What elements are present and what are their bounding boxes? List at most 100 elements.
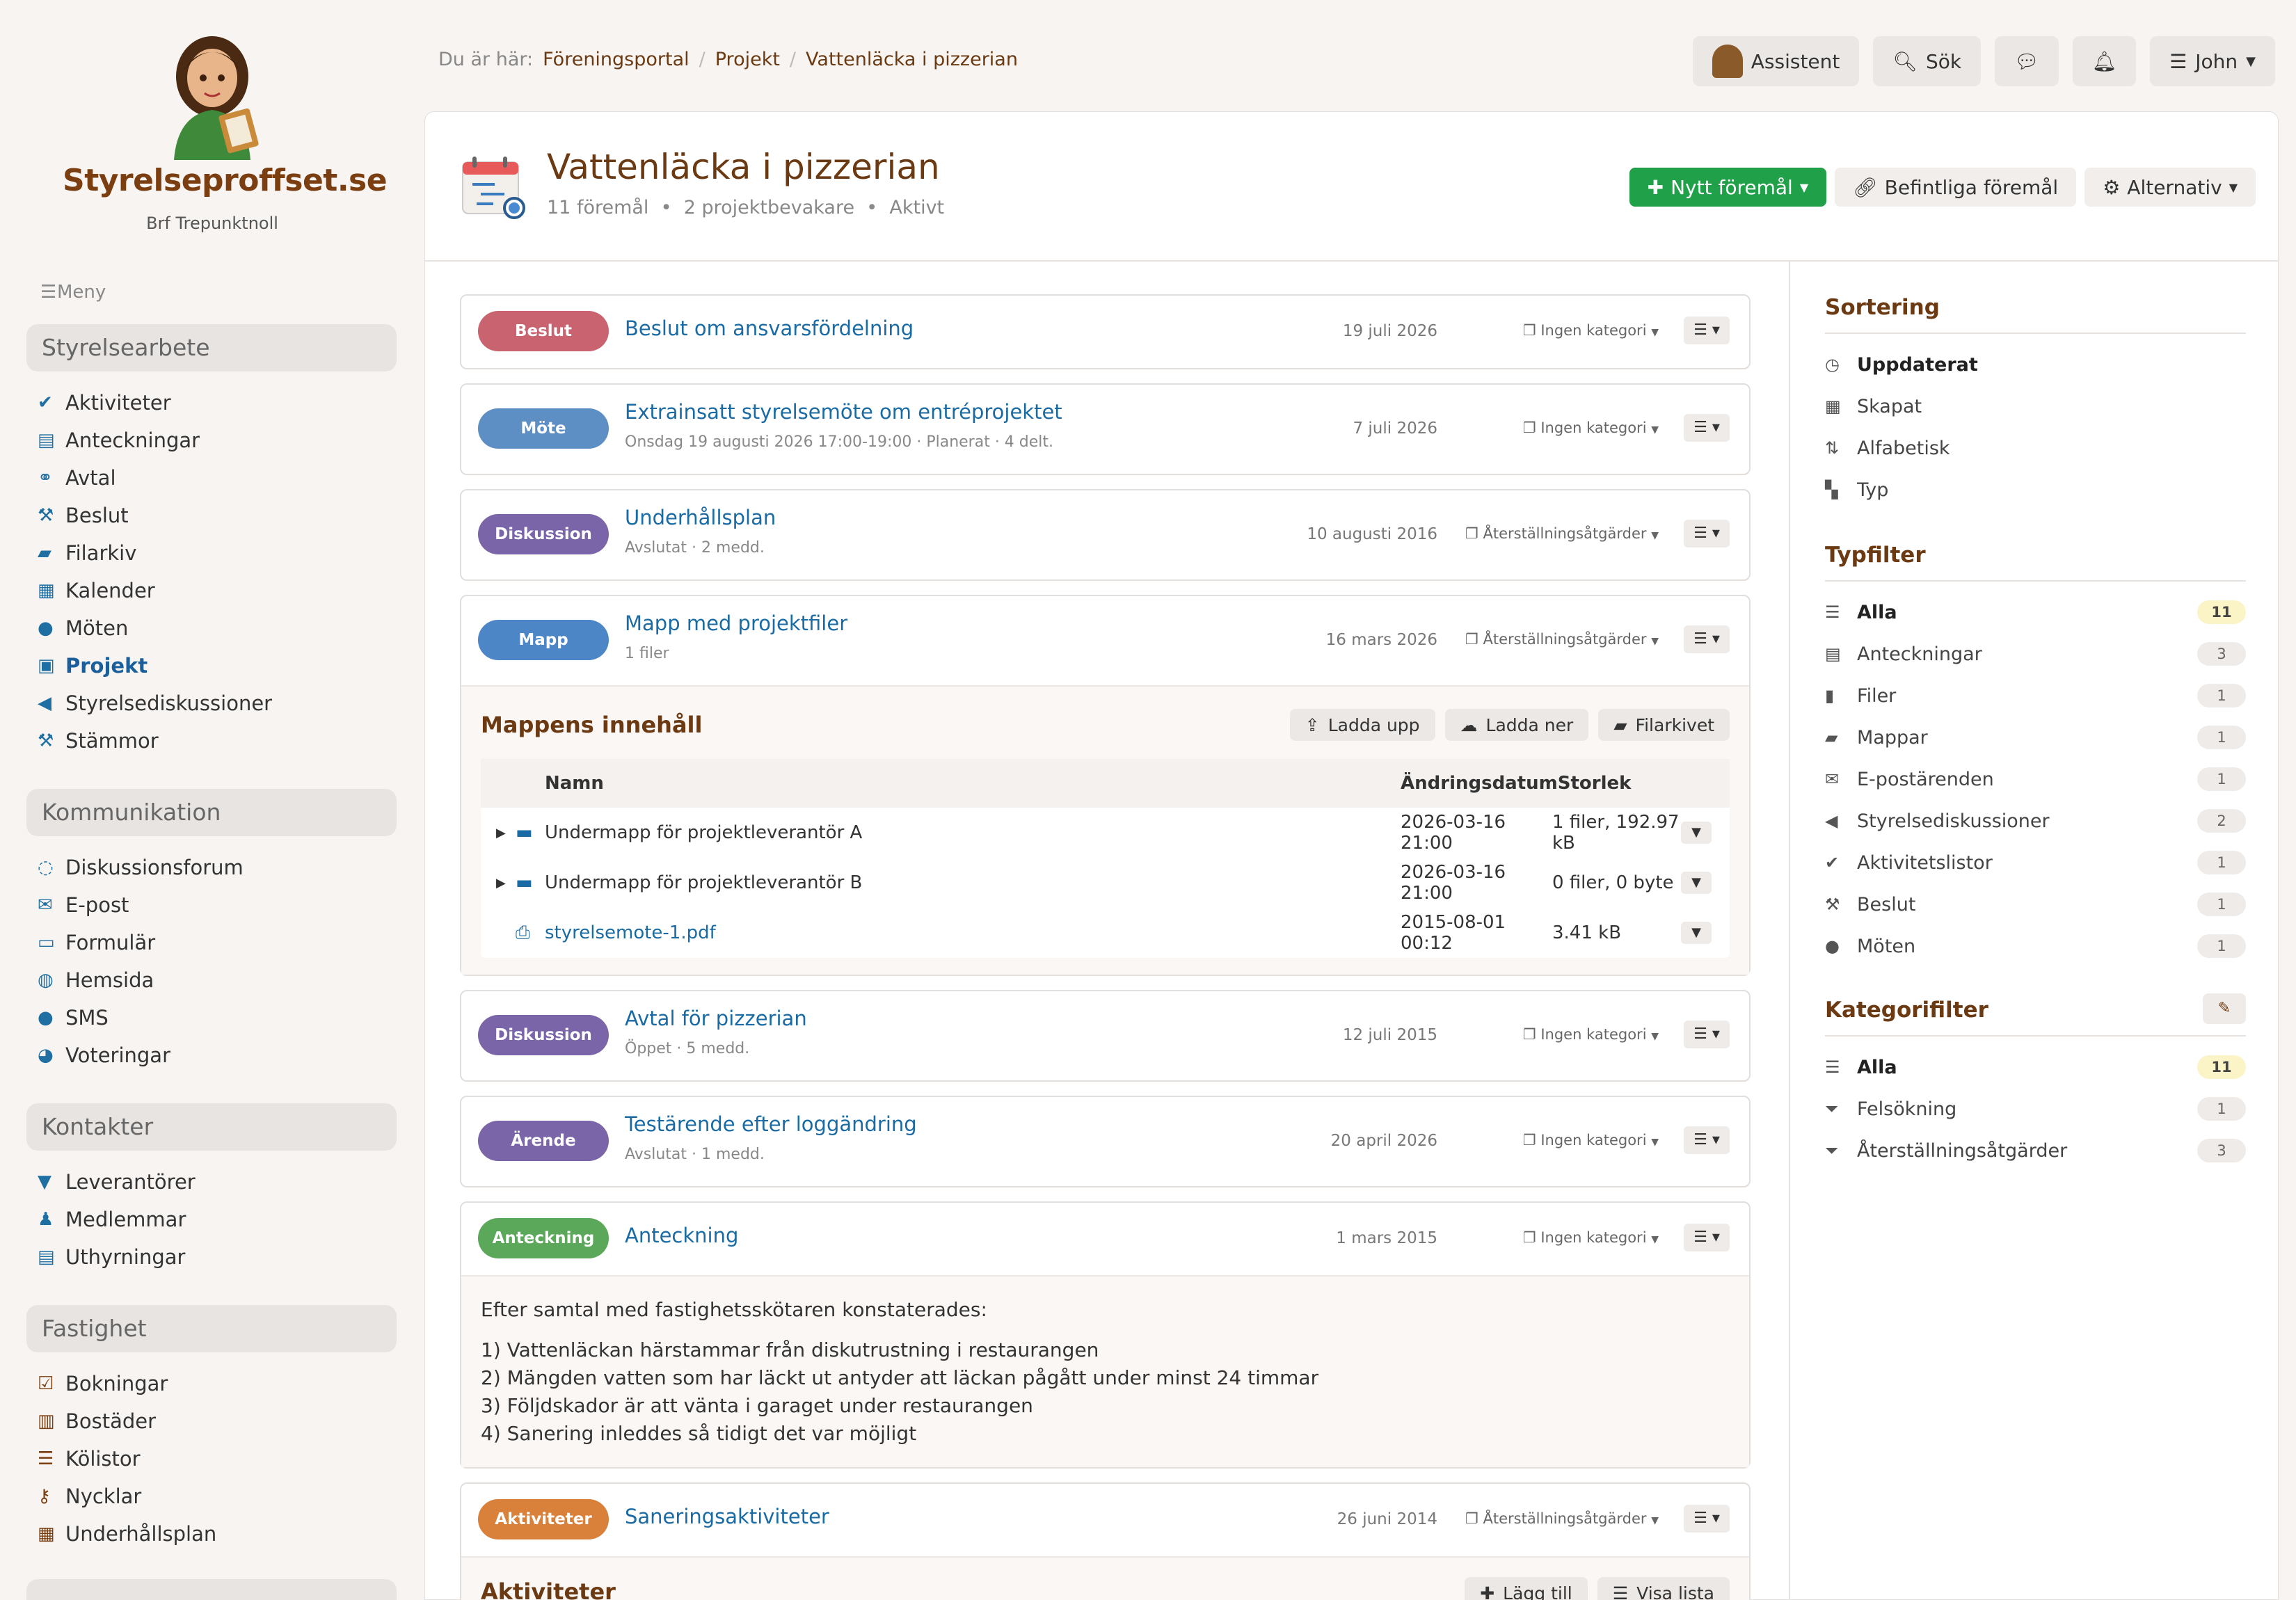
category-filter-restoration[interactable]: ⏷ Återställningsåtgärder 3 (1825, 1130, 2246, 1171)
expand-caret-icon[interactable]: ▶ (496, 826, 516, 840)
item-title-link[interactable]: Beslut om ansvarsfördelning (625, 317, 914, 340)
category-dropdown[interactable]: ❐ Återställningsåtgärder ▼ (1465, 631, 1659, 648)
breadcrumb-item[interactable]: Vattenläcka i pizzerian (806, 49, 1018, 70)
row-menu-button[interactable]: ▼ (1681, 922, 1712, 944)
menu-toggle[interactable]: ☰Meny (40, 282, 106, 303)
item-title-link[interactable]: Testärende efter loggändring (625, 1112, 917, 1136)
category-dropdown[interactable]: ❐ Ingen kategori ▼ (1523, 1229, 1659, 1246)
category-filter-troubleshooting[interactable]: ⏷ Felsökning 1 (1825, 1088, 2246, 1130)
sidebar-item-moten[interactable]: ● Möten (26, 609, 397, 647)
sort-option-type[interactable]: ▚ Typ (1825, 469, 2246, 511)
sidebar-item-stammor[interactable]: ⚒ Stämmor (26, 722, 397, 760)
sidebar-item-styrelsediskussioner[interactable]: ◀ Styrelsediskussioner (26, 685, 397, 722)
item-menu-button[interactable]: ☰ ▾ (1684, 1224, 1730, 1251)
sidebar-item-filarkiv[interactable]: ▰ Filarkiv (26, 534, 397, 572)
notifications-button[interactable]: 🔔︎ (2072, 36, 2137, 86)
item-menu-button[interactable]: ☰ ▾ (1684, 1126, 1730, 1154)
sidebar-item-formular[interactable]: ▭ Formulär (26, 924, 397, 961)
category-dropdown[interactable]: ❐ Ingen kategori ▼ (1523, 419, 1659, 436)
sidebar-item-anteckningar[interactable]: ▤ Anteckningar (26, 422, 397, 459)
item-menu-button[interactable]: ☰ ▾ (1684, 1505, 1730, 1533)
logo[interactable]: Styrelseproffset.se Brf Trepunktnoll (63, 28, 388, 233)
item-title-link[interactable]: Underhållsplan (625, 506, 776, 529)
column-header-name[interactable]: Namn (545, 773, 1401, 794)
add-activity-button[interactable]: ✚ Lägg till (1465, 1577, 1588, 1600)
sidebar-item-beslut[interactable]: ⚒ Beslut (26, 497, 397, 534)
assistant-button[interactable]: Assistent (1692, 36, 1860, 86)
item-title-link[interactable]: Anteckning (625, 1224, 738, 1247)
type-filter-files[interactable]: ▮ Filer 1 (1825, 675, 2246, 717)
new-item-button[interactable]: ✚ Nytt föremål ▼ (1629, 168, 1827, 207)
sidebar-item-diskussionsforum[interactable]: ◌ Diskussionsforum (26, 849, 397, 886)
sidebar-item-uthyrningar[interactable]: ▤ Uthyrningar (26, 1238, 397, 1276)
category-dropdown[interactable]: ❐ Återställningsåtgärder ▼ (1465, 525, 1659, 542)
sidebar-item-kalender[interactable]: ▦ Kalender (26, 572, 397, 609)
sidebar-item-bokningar[interactable]: ☑ Bokningar (26, 1365, 397, 1402)
file-archive-button[interactable]: ▰ Filarkivet (1598, 709, 1730, 741)
sidebar-item-aktiviteter[interactable]: ✔ Aktiviteter (26, 384, 397, 422)
category-dropdown[interactable]: ❐ Ingen kategori ▼ (1523, 1132, 1659, 1149)
item-title-link[interactable]: Saneringsaktiviteter (625, 1505, 829, 1528)
column-header-size[interactable]: Storlek (1558, 773, 1697, 794)
row-menu-button[interactable]: ▼ (1681, 822, 1712, 844)
category-dropdown[interactable]: ❐ Ingen kategori ▼ (1523, 322, 1659, 339)
file-name-link[interactable]: styrelsemote-1.pdf (545, 922, 1401, 943)
download-button[interactable]: ☁ Ladda ner (1444, 709, 1589, 741)
sidebar-item-underhallsplan[interactable]: ▦ Underhållsplan (26, 1515, 397, 1553)
sidebar-item-leverantorer[interactable]: ▼ Leverantörer (26, 1163, 397, 1201)
nav-group-title[interactable]: Kommunikation (26, 789, 397, 836)
existing-items-button[interactable]: 🔗︎ Befintliga föremål (1835, 168, 2077, 207)
type-filter-email[interactable]: ✉ E-postärenden 1 (1825, 758, 2246, 800)
options-button[interactable]: ⚙ Alternativ ▼ (2084, 168, 2256, 207)
type-filter-activities[interactable]: ✔ Aktivitetslistor 1 (1825, 842, 2246, 883)
column-header-date[interactable]: Ändringsdatum (1401, 773, 1558, 794)
nav-group-title[interactable]: Fastighet (26, 1305, 397, 1352)
row-menu-button[interactable]: ▼ (1681, 872, 1712, 894)
breadcrumb-item[interactable]: Föreningsportal (543, 49, 689, 70)
breadcrumb-item[interactable]: Projekt (715, 49, 780, 70)
sort-option-updated[interactable]: ◷ Uppdaterat (1825, 344, 2246, 385)
nav-group-title[interactable]: Styrelsearbete (26, 324, 397, 371)
sort-option-alphabetic[interactable]: ⇅ Alfabetisk (1825, 427, 2246, 469)
item-title-link[interactable]: Avtal för pizzerian (625, 1007, 807, 1030)
category-dropdown[interactable]: ❐ Återställningsåtgärder ▼ (1465, 1510, 1659, 1527)
sidebar-item-sms[interactable]: ● SMS (26, 999, 397, 1037)
category-filter-all[interactable]: ☰ Alla 11 (1825, 1046, 2246, 1088)
item-menu-button[interactable]: ☰ ▾ (1684, 414, 1730, 442)
nav-group-title[interactable]: Kontakter (26, 1103, 397, 1151)
table-row[interactable]: ▶ ▬ Undermapp för projektleverantör B 202… (481, 858, 1730, 908)
item-title-link[interactable]: Mapp med projektfiler (625, 611, 847, 635)
sidebar-item-avtal[interactable]: ⚭ Avtal (26, 459, 397, 497)
show-list-button[interactable]: ☰ Visa lista (1597, 1577, 1730, 1600)
table-row[interactable]: ⎙ styrelsemote-1.pdf 2015-08-01 00:12 3.… (481, 908, 1730, 958)
item-menu-button[interactable]: ☰ ▾ (1684, 317, 1730, 344)
edit-categories-button[interactable]: ✎ (2203, 993, 2246, 1024)
type-filter-discussions[interactable]: ◀ Styrelsediskussioner 2 (1825, 800, 2246, 842)
user-menu-button[interactable]: ☰ John ▼ (2150, 36, 2275, 86)
sort-option-created[interactable]: ▦ Skapat (1825, 385, 2246, 427)
sidebar-item-nycklar[interactable]: ⚷ Nycklar (26, 1478, 397, 1515)
type-filter-notes[interactable]: ▤ Anteckningar 3 (1825, 633, 2246, 675)
sidebar-item-kolistor[interactable]: ☰ Kölistor (26, 1440, 397, 1478)
table-row[interactable]: ▶ ▬ Undermapp för projektleverantör A 202… (481, 808, 1730, 858)
chat-button[interactable]: 💬︎ (1995, 36, 2059, 86)
sidebar-item-projekt[interactable]: ▣ Projekt (26, 647, 397, 685)
item-menu-button[interactable]: ☰ ▾ (1684, 520, 1730, 547)
sidebar-item-bostader[interactable]: ▥ Bostäder (26, 1402, 397, 1440)
sidebar-item-voteringar[interactable]: ◕ Voteringar (26, 1037, 397, 1074)
type-filter-decisions[interactable]: ⚒ Beslut 1 (1825, 883, 2246, 925)
type-filter-folders[interactable]: ▰ Mappar 1 (1825, 717, 2246, 758)
expand-caret-icon[interactable]: ▶ (496, 876, 516, 890)
type-filter-all[interactable]: ☰ Alla 11 (1825, 591, 2246, 633)
item-title-link[interactable]: Extrainsatt styrelsemöte om entréprojekt… (625, 400, 1062, 424)
category-dropdown[interactable]: ❐ Ingen kategori ▼ (1523, 1026, 1659, 1043)
sidebar-item-epost[interactable]: ✉ E-post (26, 886, 397, 924)
item-menu-button[interactable]: ☰ ▾ (1684, 625, 1730, 653)
search-button[interactable]: 🔍︎ Sök (1873, 36, 1982, 86)
sidebar-item-medlemmar[interactable]: ♟ Medlemmar (26, 1201, 397, 1238)
upload-button[interactable]: ⇪ Ladda upp (1289, 709, 1435, 741)
file-name[interactable]: Undermapp för projektleverantör B (545, 872, 1401, 893)
type-filter-meetings[interactable]: ● Möten 1 (1825, 925, 2246, 967)
nav-group-title[interactable] (26, 1579, 397, 1600)
item-menu-button[interactable]: ☰ ▾ (1684, 1021, 1730, 1048)
